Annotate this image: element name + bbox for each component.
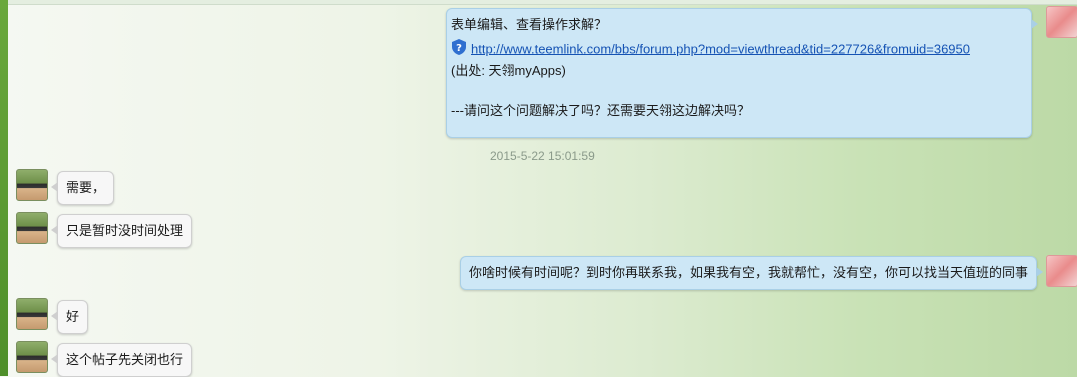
message-bubble-incoming: 好 (50, 300, 89, 334)
message-text: 这个帖子先关闭也行 (66, 352, 184, 367)
message-bubble-incoming: 只是暂时没时间处理 (50, 214, 193, 248)
message-bubble-incoming: 这个帖子先关闭也行 (50, 343, 193, 377)
avatar-contact[interactable] (16, 169, 48, 201)
window-left-border (0, 0, 8, 376)
message-title: 表单编辑、查看操作求解？ (451, 17, 608, 32)
avatar-contact[interactable] (16, 341, 48, 373)
avatar-contact[interactable] (16, 298, 48, 330)
avatar-contact[interactable] (16, 212, 48, 244)
message-timestamp: 2015-5-22 15:01:59 (490, 149, 595, 163)
message-bubble-outgoing: 表单编辑、查看操作求解？ ? http://www.teemlink.com/b… (446, 8, 1038, 138)
message-text: 需要， (66, 180, 106, 195)
svg-text:?: ? (456, 43, 462, 54)
message-text: 好 (66, 309, 80, 324)
message-bubble-outgoing: 你啥时候有时间呢？到时你再联系我，如果我有空，我就帮忙，没有空，你可以找当天值班… (460, 256, 1044, 290)
message-source: (出处: 天翎myApps) (451, 63, 566, 78)
avatar-me[interactable] (1046, 6, 1077, 38)
avatar-me[interactable] (1046, 255, 1077, 287)
message-text: 你啥时候有时间呢？到时你再联系我，如果我有空，我就帮忙，没有空，你可以找当天值班… (469, 265, 1029, 280)
message-text: 只是暂时没时间处理 (66, 223, 184, 238)
message-question: ---请问这个问题解决了吗？还需要天翎这边解决吗？ (451, 103, 750, 118)
message-bubble-incoming: 需要， (50, 171, 115, 205)
top-divider (8, 0, 1077, 5)
shield-question-icon: ? (451, 39, 467, 61)
forum-thread-link[interactable]: http://www.teemlink.com/bbs/forum.php?mo… (471, 41, 970, 56)
